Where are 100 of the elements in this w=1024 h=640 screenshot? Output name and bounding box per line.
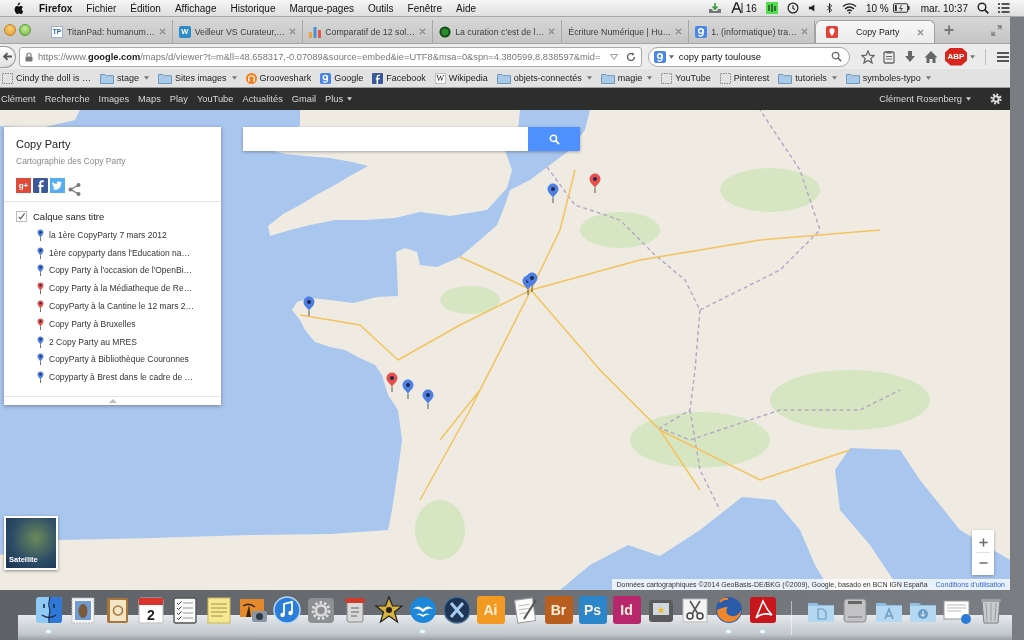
tab[interactable]: Comparatif de 12 sol… [303, 20, 434, 43]
map-pin-icon[interactable] [386, 372, 398, 392]
g-plus-share-button[interactable]: g+ [16, 178, 31, 193]
battery-icon[interactable] [892, 2, 910, 14]
letter-tile-icon[interactable]: Id [612, 596, 641, 624]
map-pin-icon[interactable] [526, 272, 538, 292]
bookmark[interactable]: Facebook [372, 72, 426, 84]
address-field[interactable]: https://www.google.com/maps/d/viewer?t=m&ll=48.658317,-0.07089&source=embed&ie=UTF8&msa=0&spn=4.380599,8.838597&mid= [18, 46, 642, 67]
x-circle-icon[interactable] [441, 595, 472, 625]
menu-icon[interactable] [996, 49, 1010, 64]
map-pin-icon[interactable] [589, 173, 601, 193]
nav-link[interactable]: Recherche [44, 94, 90, 104]
place-link[interactable]: Copy Party à l'occasion de l'OpenBi… [49, 265, 193, 276]
map-pin-icon[interactable] [303, 296, 315, 316]
place-link[interactable]: la 1ère CopyParty 7 mars 2012 [49, 229, 167, 240]
menu-item[interactable]: Fichier [86, 2, 117, 14]
place-link[interactable]: Copy Party à la Médiatheque de Re… [49, 283, 193, 294]
place-link[interactable]: Copyparty à Brest dans le cadre de … [49, 372, 194, 383]
caret-icon[interactable] [668, 54, 674, 59]
plus-icon [978, 537, 988, 547]
calendar-icon[interactable]: 2 [135, 595, 166, 625]
nav-link[interactable]: YouTube [196, 94, 234, 104]
face-icon[interactable] [33, 595, 64, 625]
music-note-icon[interactable] [271, 595, 302, 625]
search-icon[interactable] [977, 2, 989, 14]
close-icon[interactable] [917, 28, 925, 36]
new-tab-button[interactable] [944, 25, 955, 35]
bookmark[interactable]: Grooveshark [245, 72, 312, 84]
notification-list-icon[interactable] [998, 2, 1010, 14]
search-field[interactable]: copy party toulouse [647, 46, 850, 67]
status-square-icon[interactable] [765, 2, 778, 14]
reload-icon[interactable] [625, 51, 636, 62]
bookmark[interactable]: Pinterest [719, 72, 770, 84]
star-icon[interactable] [373, 595, 404, 625]
bookmark[interactable]: Cindy the doll is … [2, 72, 92, 84]
account-link[interactable]: Clément Rosenberg [879, 94, 971, 104]
place-link[interactable]: Copy Party à Bruxelles [49, 318, 136, 329]
gear-icon[interactable] [305, 595, 336, 625]
bookmark[interactable]: Google [320, 72, 364, 84]
map-pin-icon[interactable] [547, 183, 559, 203]
caret-icon[interactable] [970, 54, 975, 59]
map-pin-icon[interactable] [402, 379, 414, 399]
bookmark[interactable]: magie [600, 72, 653, 84]
clipboard-icon[interactable] [882, 49, 896, 64]
dropdown-triangle-icon[interactable] [609, 53, 618, 60]
place-link[interactable]: 2 Copy Party au MRES [49, 336, 137, 347]
settings-icon[interactable] [990, 93, 1002, 105]
wifi-icon[interactable] [841, 2, 857, 14]
app-menu[interactable]: Firefox [39, 2, 73, 14]
nav-link[interactable]: Maps [138, 94, 161, 104]
map-search-field[interactable] [243, 127, 528, 151]
bookmark[interactable]: YouTube [661, 72, 711, 84]
globe-icon[interactable] [713, 595, 744, 625]
octagon-badge-icon[interactable]: ABP [945, 47, 967, 66]
blank-page-icon [661, 72, 673, 84]
menu-item[interactable]: Historique [230, 2, 276, 14]
menu-item[interactable]: Aide [456, 2, 476, 14]
menu-item[interactable]: Fenêtre [407, 2, 442, 14]
tab[interactable]: Copy Party [814, 20, 936, 43]
bookmark[interactable]: tutoriels [778, 72, 837, 84]
map-pin-icon[interactable] [422, 389, 434, 409]
bookmark[interactable]: objets-connectés [496, 72, 592, 84]
tab[interactable]: 1. (informatique) tra… [689, 20, 815, 43]
apple-icon[interactable] [12, 1, 23, 15]
menu-item[interactable]: Édition [130, 2, 161, 14]
gulls-icon[interactable] [407, 595, 438, 625]
nav-link[interactable]: Images [98, 94, 130, 104]
a-bar-icon[interactable] [730, 2, 743, 14]
download-icon[interactable] [903, 49, 917, 64]
place-link[interactable]: CopyParty à Bibliothèque Couronnes [49, 354, 189, 365]
tab[interactable]: La curation c'est de l… [433, 20, 563, 43]
home-icon[interactable] [924, 49, 938, 64]
triangle-tile-icon[interactable] [747, 595, 778, 625]
bookmark[interactable]: symboles-typo [845, 72, 931, 84]
nav-link[interactable]: Plus [325, 94, 353, 104]
star-icon[interactable] [861, 49, 875, 64]
speaker-icon[interactable] [807, 2, 817, 14]
bluetooth-icon[interactable] [825, 2, 833, 14]
nav-link[interactable]: Play [169, 94, 188, 104]
menu-item[interactable]: Outils [367, 2, 394, 14]
bookmark[interactable]: stage [100, 72, 150, 84]
place-link[interactable]: 1ère copyparty dans l'Education na… [49, 247, 190, 258]
menu-item[interactable]: Affichage [174, 2, 217, 14]
nav-link[interactable]: Clément [1, 94, 36, 104]
fullscreen-icon[interactable] [991, 24, 1002, 36]
tab[interactable]: Écriture Numérique | Hu… [562, 20, 690, 43]
nav-link[interactable]: Gmail [291, 94, 317, 104]
bookmark[interactable]: Sites images [158, 72, 237, 84]
back-button[interactable] [0, 45, 16, 68]
letter-tile-icon[interactable]: Br [544, 596, 573, 624]
bookmark[interactable]: W Wikipedia [434, 72, 488, 84]
layer-checkbox[interactable] [16, 210, 27, 222]
share-icon[interactable] [67, 182, 82, 197]
menu-item[interactable]: Marque-pages [289, 2, 354, 14]
clock[interactable]: mar. 10:37 [920, 2, 968, 14]
scissors-icon[interactable] [679, 595, 710, 625]
f-logo-icon[interactable] [33, 178, 48, 193]
tray-download-icon[interactable] [707, 2, 722, 14]
place-link[interactable]: CopyParty à la Cantine le 12 mars 2… [49, 301, 195, 312]
nav-link[interactable]: Actualités [242, 94, 283, 104]
